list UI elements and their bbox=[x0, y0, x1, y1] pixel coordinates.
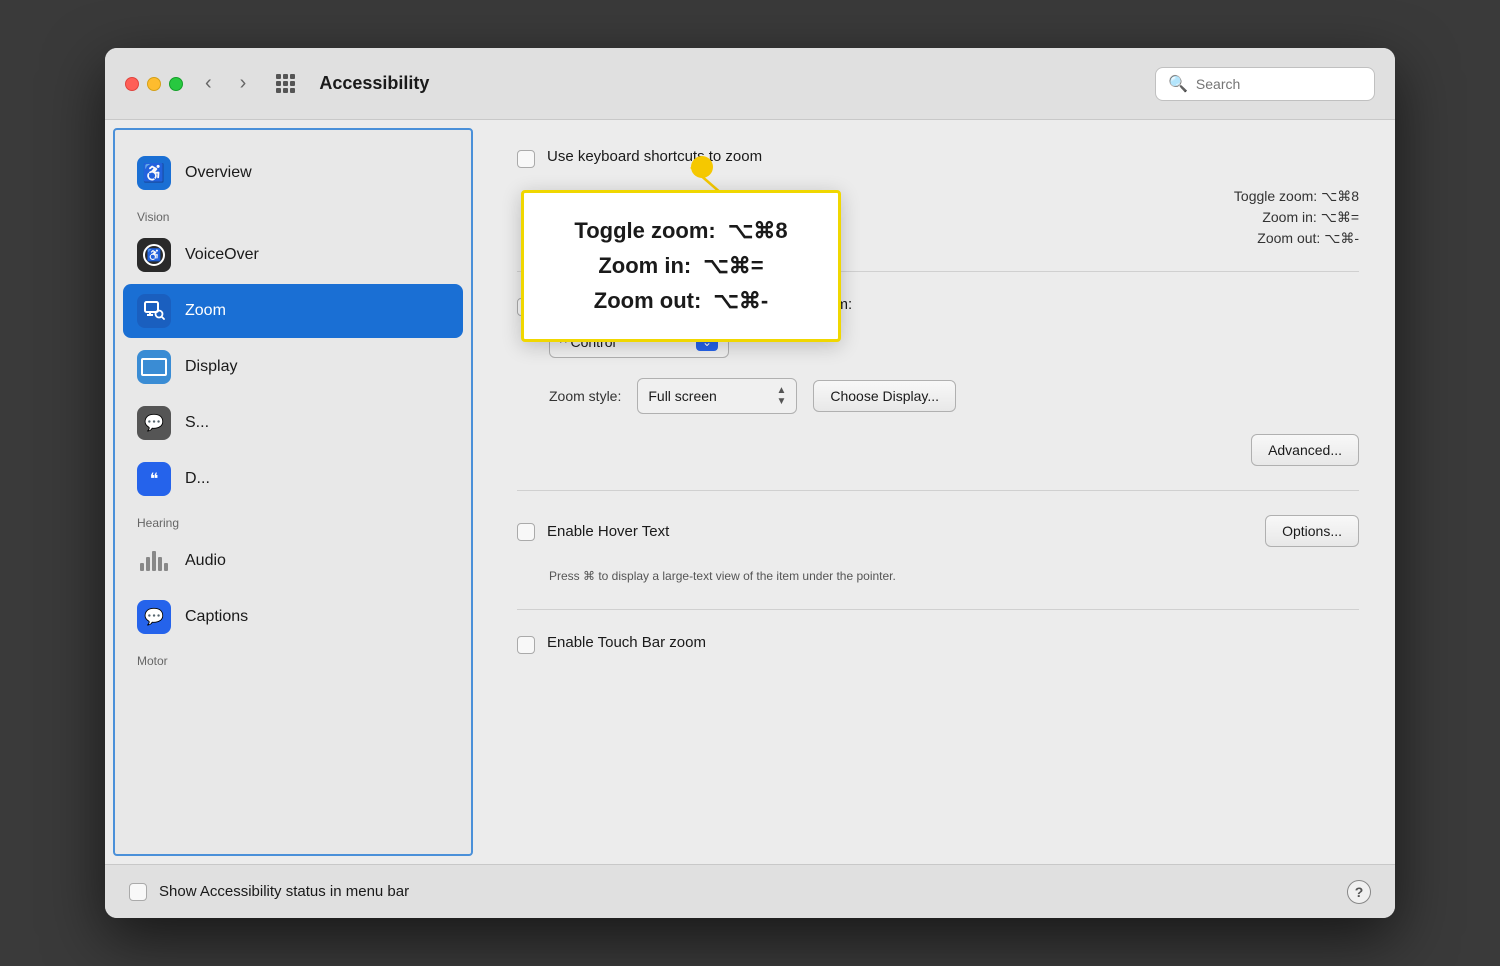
divider-3 bbox=[517, 609, 1359, 610]
sidebar-item-speech[interactable]: 💬 S... bbox=[123, 396, 463, 450]
zoom-tooltip: Toggle zoom: ⌥⌘8 Zoom in: ⌥⌘= Zoom out: … bbox=[521, 190, 841, 342]
vision-section-label: Vision bbox=[123, 202, 463, 226]
motor-section-label: Motor bbox=[123, 646, 463, 670]
hearing-section-label: Hearing bbox=[123, 508, 463, 532]
audio-icon bbox=[137, 544, 171, 578]
touch-bar-zoom-label: Enable Touch Bar zoom bbox=[547, 634, 706, 651]
sidebar-item-label: VoiceOver bbox=[185, 246, 259, 264]
tooltip-zoom-out: Zoom out: ⌥⌘- bbox=[552, 283, 810, 318]
touch-bar-zoom-row: Enable Touch Bar zoom bbox=[517, 634, 1359, 654]
sidebar-item-descriptions[interactable]: ❝ D... bbox=[123, 452, 463, 506]
sidebar-item-label: Audio bbox=[185, 552, 226, 570]
sidebar-item-zoom[interactable]: Zoom bbox=[123, 284, 463, 338]
show-accessibility-checkbox[interactable] bbox=[129, 883, 147, 901]
close-button[interactable] bbox=[125, 77, 139, 91]
sidebar-item-captions[interactable]: 💬 Captions bbox=[123, 590, 463, 644]
minimize-button[interactable] bbox=[147, 77, 161, 91]
tooltip-zoom-in: Zoom in: ⌥⌘= bbox=[552, 248, 810, 283]
window-title: Accessibility bbox=[319, 73, 1139, 94]
titlebar: ‹ › Accessibility 🔍 bbox=[105, 48, 1395, 120]
zoom-style-label: Zoom style: bbox=[549, 388, 621, 404]
captions-icon: 💬 bbox=[137, 600, 171, 634]
sidebar-item-label: Display bbox=[185, 358, 237, 376]
voiceover-icon: ♿ bbox=[137, 238, 171, 272]
options-button[interactable]: Options... bbox=[1265, 515, 1359, 547]
sidebar: ♿ Overview Vision ♿ VoiceOver bbox=[113, 128, 473, 856]
grid-menu-button[interactable] bbox=[268, 70, 303, 97]
maximize-button[interactable] bbox=[169, 77, 183, 91]
sidebar-item-label: Zoom bbox=[185, 302, 226, 320]
sidebar-item-overview[interactable]: ♿ Overview bbox=[123, 146, 463, 200]
help-button[interactable]: ? bbox=[1347, 880, 1371, 904]
keyboard-shortcuts-row: Use keyboard shortcuts to zoom bbox=[517, 148, 1359, 168]
speech-icon: 💬 bbox=[137, 406, 171, 440]
zoom-style-row: Zoom style: Full screen ▲ ▼ Choose Displ… bbox=[517, 378, 1359, 414]
overview-icon: ♿ bbox=[137, 156, 171, 190]
grid-icon bbox=[276, 74, 295, 93]
forward-button[interactable]: › bbox=[234, 68, 253, 99]
hover-text-left: Enable Hover Text bbox=[517, 521, 1265, 541]
keyboard-shortcuts-label: Use keyboard shortcuts to zoom bbox=[547, 148, 762, 165]
keyboard-shortcuts-checkbox[interactable] bbox=[517, 150, 535, 168]
traffic-lights bbox=[125, 77, 183, 91]
search-icon: 🔍 bbox=[1168, 74, 1188, 94]
sidebar-item-label: S... bbox=[185, 414, 209, 432]
main-content: ♿ Overview Vision ♿ VoiceOver bbox=[105, 120, 1395, 864]
advanced-row: Advanced... bbox=[517, 434, 1359, 466]
hover-text-label: Enable Hover Text bbox=[547, 523, 669, 540]
sidebar-item-audio[interactable]: Audio bbox=[123, 534, 463, 588]
right-panel: Use keyboard shortcuts to zoom Toggle zo… bbox=[481, 120, 1395, 864]
search-input[interactable] bbox=[1196, 76, 1362, 92]
sidebar-item-label: Overview bbox=[185, 164, 252, 182]
choose-display-button[interactable]: Choose Display... bbox=[813, 380, 956, 412]
sidebar-item-label: D... bbox=[185, 470, 210, 488]
sidebar-item-voiceover[interactable]: ♿ VoiceOver bbox=[123, 228, 463, 282]
search-box[interactable]: 🔍 bbox=[1155, 67, 1375, 101]
tooltip-toggle-zoom: Toggle zoom: ⌥⌘8 bbox=[552, 213, 810, 248]
zoom-style-select[interactable]: Full screen ▲ ▼ bbox=[637, 378, 797, 414]
zoom-style-value: Full screen bbox=[648, 388, 768, 404]
divider-2 bbox=[517, 490, 1359, 491]
touch-bar-zoom-checkbox[interactable] bbox=[517, 636, 535, 654]
display-icon bbox=[137, 350, 171, 384]
show-accessibility-label: Show Accessibility status in menu bar bbox=[159, 883, 1335, 900]
hover-text-desc: Press ⌘ to display a large-text view of … bbox=[517, 567, 1359, 585]
sidebar-item-display[interactable]: Display bbox=[123, 340, 463, 394]
hover-text-checkbox[interactable] bbox=[517, 523, 535, 541]
sidebar-item-label: Captions bbox=[185, 608, 248, 626]
back-button[interactable]: ‹ bbox=[199, 68, 218, 99]
advanced-button[interactable]: Advanced... bbox=[1251, 434, 1359, 466]
hover-text-row: Enable Hover Text Options... bbox=[517, 515, 1359, 547]
zoom-icon bbox=[137, 294, 171, 328]
main-window: ‹ › Accessibility 🔍 ♿ Overview bbox=[105, 48, 1395, 918]
up-down-arrows-icon: ▲ ▼ bbox=[776, 385, 786, 407]
descriptions-icon: ❝ bbox=[137, 462, 171, 496]
bottom-bar: Show Accessibility status in menu bar ? bbox=[105, 864, 1395, 918]
